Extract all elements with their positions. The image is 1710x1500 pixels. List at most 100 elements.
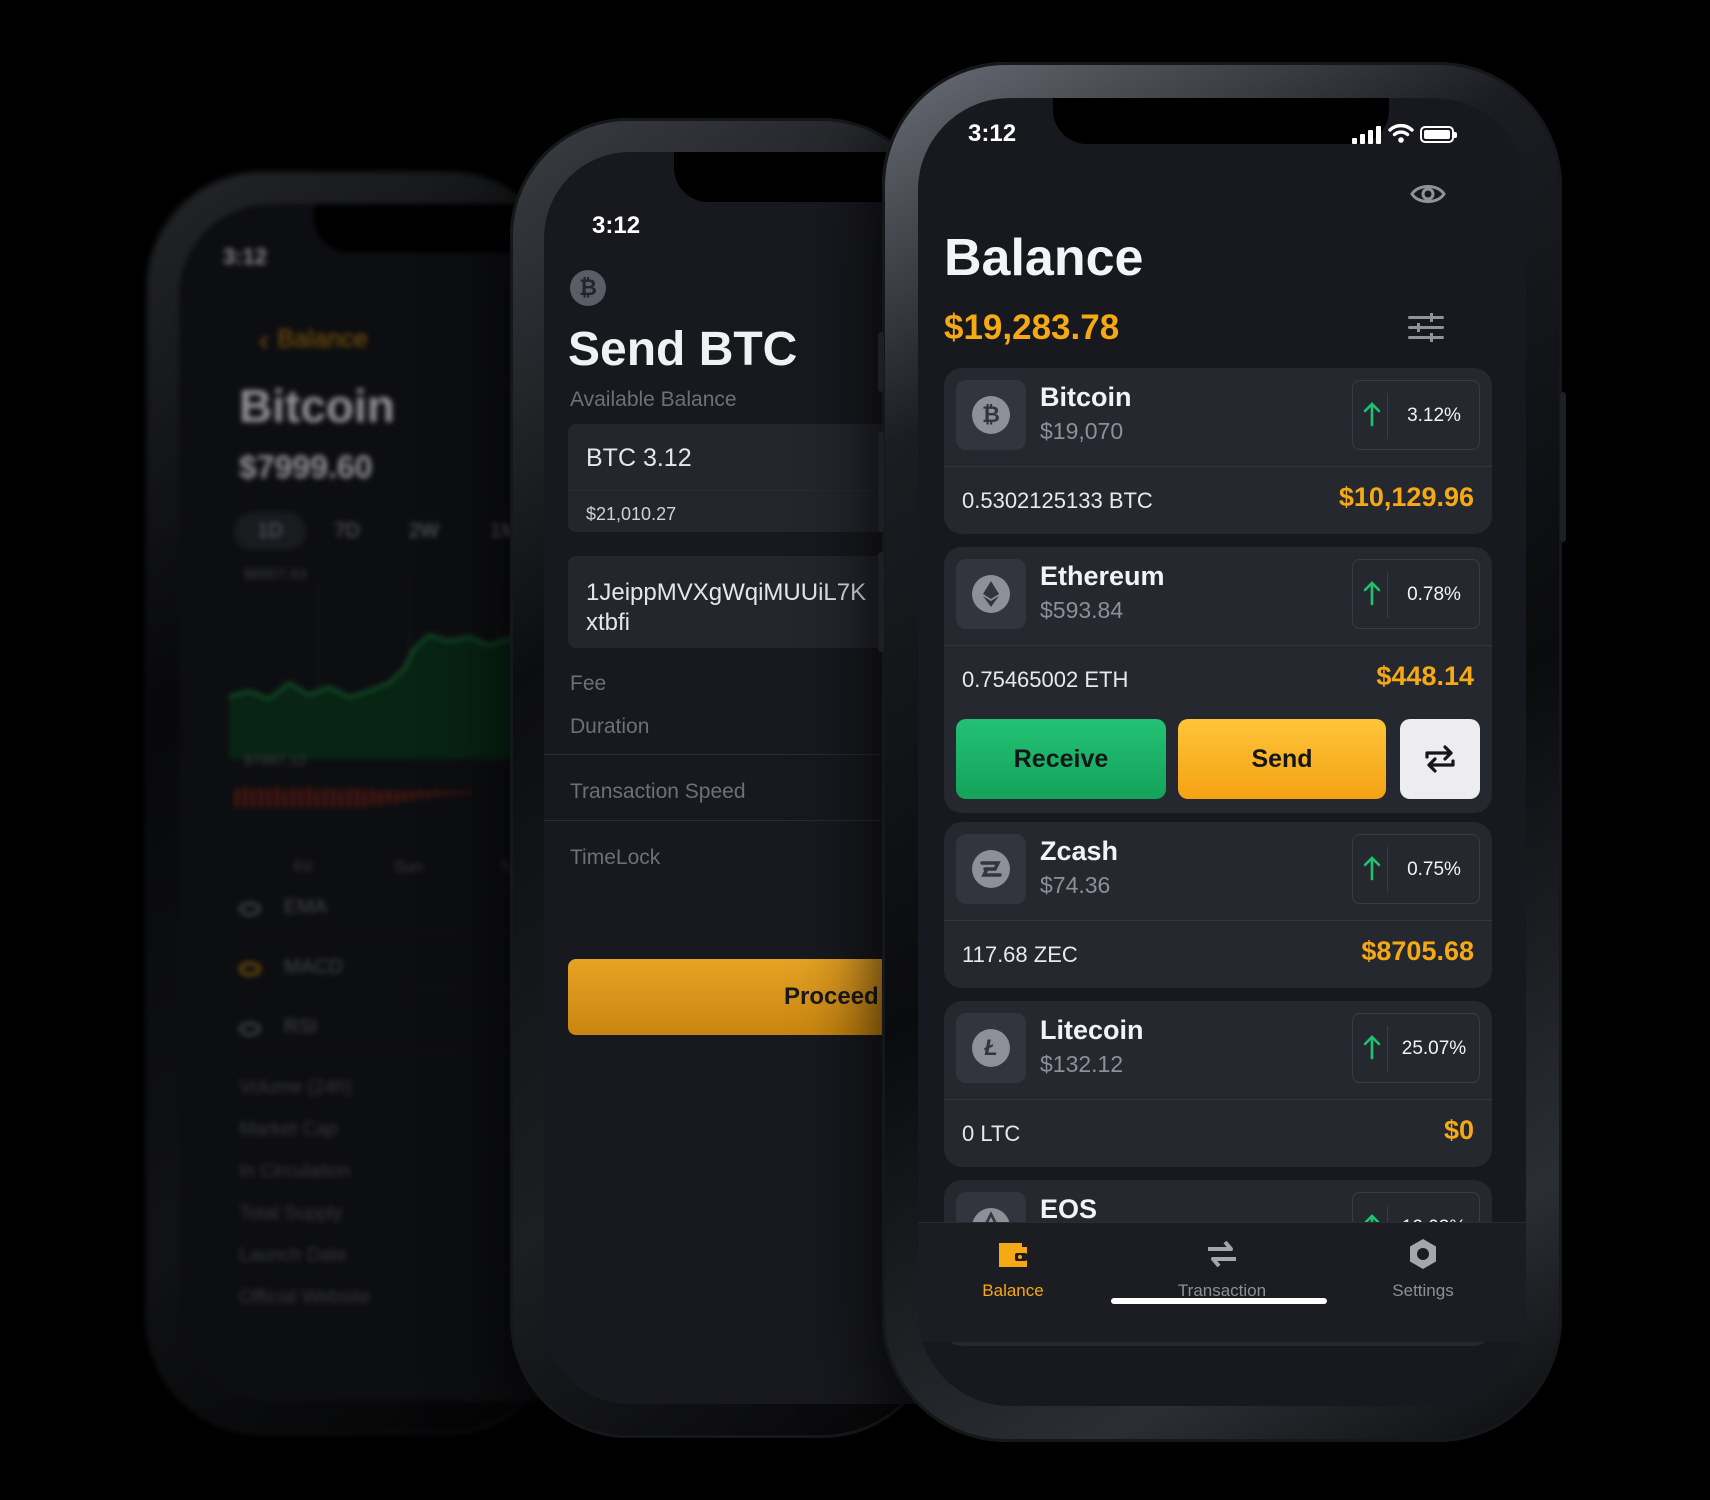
eye-icon <box>239 902 261 916</box>
side-button <box>878 332 884 392</box>
tab-label: Balance <box>982 1281 1044 1300</box>
coin-value: $10,129.96 <box>1338 482 1474 512</box>
available-balance-label: Available Balance <box>570 388 737 411</box>
filter-icon[interactable] <box>1408 313 1444 343</box>
stat-label: Launch Date <box>239 1245 347 1266</box>
page-title: Send BTC <box>568 323 798 376</box>
stat-label: Volume (24h) <box>239 1077 353 1098</box>
balance-btc: BTC 3.12 <box>586 444 692 472</box>
divider <box>944 920 1492 921</box>
coin-tile: ₿ <box>956 380 1026 450</box>
divider <box>944 1099 1492 1100</box>
total-balance: $19,283.78 <box>944 308 1120 347</box>
change-percent: 3.12% <box>1407 405 1461 426</box>
divider <box>544 820 940 821</box>
send-button[interactable]: Send <box>1178 719 1386 799</box>
receive-button[interactable]: Receive <box>956 719 1166 799</box>
litecoin-icon: Ł <box>972 1029 1010 1067</box>
timeframe-2w[interactable]: 2W <box>394 512 454 550</box>
back-label: Balance <box>277 325 368 353</box>
phone-bitcoin-detail: 3:12 ‹ Balance Bitcoin $7999.60 1D 7D 2W… <box>145 170 565 1435</box>
tab-label: Settings <box>1392 1281 1454 1300</box>
coin-card-litecoin[interactable]: Ł Litecoin $132.12 25.07% 0 LTC $0 <box>944 1001 1492 1167</box>
change-badge: 3.12% <box>1352 380 1480 450</box>
indicator-label: RSI <box>284 1016 318 1038</box>
back-link[interactable]: ‹ Balance <box>259 324 368 358</box>
chevron-left-icon: ‹ <box>259 324 278 357</box>
coin-price: $74.36 <box>1040 872 1111 898</box>
arrow-up-icon <box>1363 1035 1381 1060</box>
coin-holding: 0.5302125133 BTC <box>962 488 1153 513</box>
bitcoin-detail-screen: 3:12 ‹ Balance Bitcoin $7999.60 1D 7D 2W… <box>179 204 565 1401</box>
divider <box>1387 847 1388 893</box>
settings-icon <box>1410 1239 1436 1269</box>
coin-card-zcash[interactable]: Zcash $74.36 0.75% 117.68 ZEC $8705.68 <box>944 822 1492 988</box>
arrow-up-icon <box>1363 402 1381 427</box>
eye-icon[interactable] <box>1410 181 1446 207</box>
status-time: 3:12 <box>223 244 268 269</box>
coin-name: Ethereum <box>1040 561 1165 591</box>
transfer-icon <box>1208 1240 1236 1268</box>
coin-holding: 117.68 ZEC <box>962 942 1078 967</box>
page-title: Balance <box>944 229 1144 287</box>
divider <box>544 754 940 755</box>
coin-value: $448.14 <box>1376 661 1474 691</box>
divider <box>1387 572 1388 618</box>
battery-icon <box>1420 126 1457 143</box>
transaction-speed-label[interactable]: Transaction Speed <box>570 780 746 804</box>
phone-balance: 3:12 Balance $19,283.78 ₿ Bitcoin $19,07… <box>878 62 1566 1442</box>
coin-tile <box>956 834 1026 904</box>
divider <box>944 466 1492 467</box>
tab-bar: Balance Transaction Settings <box>918 1222 1526 1342</box>
coin-name: EOS <box>1040 1194 1098 1224</box>
balance-screen: 3:12 Balance $19,283.78 ₿ Bitcoin $19,07… <box>918 98 1526 1406</box>
swap-button[interactable] <box>1400 719 1480 799</box>
home-indicator[interactable] <box>1111 1298 1327 1304</box>
tab-balance[interactable]: Balance <box>938 1237 1088 1301</box>
coin-value: $0 <box>1443 1115 1474 1145</box>
eye-icon <box>239 962 261 976</box>
coin-name: Zcash <box>1040 836 1119 866</box>
coin-tile <box>956 559 1026 629</box>
side-button <box>878 432 884 532</box>
change-badge: 0.75% <box>1352 834 1480 904</box>
wifi-icon <box>1388 123 1414 143</box>
coin-value: $8705.68 <box>1361 936 1474 966</box>
status-time: 3:12 <box>592 212 641 239</box>
coin-card-bitcoin[interactable]: ₿ Bitcoin $19,070 3.12% 0.5302125133 BTC… <box>944 368 1492 534</box>
arrow-up-icon <box>1363 856 1381 881</box>
stat-label: Market Cap <box>239 1119 338 1140</box>
divider <box>1387 393 1388 439</box>
day-label: Fri <box>294 859 313 876</box>
timeframe-1d[interactable]: 1D <box>234 512 306 550</box>
indicator-label: EMA <box>284 896 328 918</box>
side-button <box>1560 392 1566 542</box>
coin-name: Bitcoin <box>1040 382 1132 412</box>
eye-icon <box>239 1022 261 1036</box>
timeframe-7d[interactable]: 7D <box>319 512 375 550</box>
side-button <box>878 552 884 652</box>
arrow-up-icon <box>1363 581 1381 606</box>
fee-label: Fee <box>570 672 607 695</box>
coin-tile: Ł <box>956 1013 1026 1083</box>
indicator-label: MACD <box>284 956 343 978</box>
page-title: Bitcoin <box>239 380 395 432</box>
swap-icon <box>1425 745 1455 773</box>
coin-name: Litecoin <box>1040 1015 1144 1045</box>
change-badge: 25.07% <box>1352 1013 1480 1083</box>
coin-holding: 0.75465002 ETH <box>962 667 1129 692</box>
change-percent: 0.75% <box>1407 859 1461 880</box>
timelock-label[interactable]: TimeLock <box>570 846 660 870</box>
bitcoin-icon: ₿ <box>972 396 1010 434</box>
coin-price: $593.84 <box>1040 597 1124 623</box>
stat-label: Total Supply <box>239 1203 343 1224</box>
ethereum-icon <box>972 575 1010 613</box>
divider <box>1387 1026 1388 1072</box>
coin-card-ethereum[interactable]: Ethereum $593.84 0.78% 0.75465002 ETH $4… <box>944 547 1492 813</box>
stat-label: In Circulation <box>239 1161 350 1182</box>
phone-send-btc: 3:12 ₿ Send BTC Available Balance BTC 3.… <box>510 118 940 1438</box>
tab-settings[interactable]: Settings <box>1348 1237 1498 1301</box>
tab-transaction[interactable]: Transaction <box>1147 1237 1297 1301</box>
coin-price: $7999.60 <box>239 449 373 485</box>
change-percent: 0.78% <box>1407 584 1461 605</box>
